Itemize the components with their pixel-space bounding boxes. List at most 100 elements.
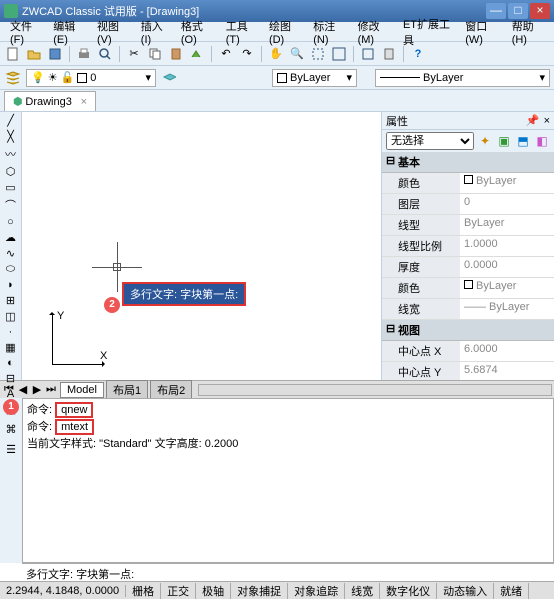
preview-icon[interactable]	[96, 45, 114, 63]
menu-标注[interactable]: 标注(N)	[307, 16, 351, 48]
expand-icon[interactable]: ⊟	[386, 154, 398, 170]
status-就绪[interactable]: 就绪	[494, 583, 529, 599]
quicksel-icon[interactable]: ✦	[477, 133, 493, 149]
rect-icon[interactable]: ▭	[3, 181, 19, 194]
drawing-tab[interactable]: ⬢ Drawing3 ×	[4, 91, 96, 111]
cmd-icon-3[interactable]: ☰	[2, 440, 20, 458]
hscrollbar[interactable]	[198, 384, 552, 396]
point-icon[interactable]: ·	[3, 326, 19, 338]
layout2-tab[interactable]: 布局2	[150, 380, 192, 400]
last-sheet-icon[interactable]: ⏭	[44, 383, 58, 396]
menu-视图[interactable]: 视图(V)	[91, 16, 135, 48]
coordinates[interactable]: 2.2944, 4.1848, 0.0000	[0, 585, 126, 597]
status-对象捕捉[interactable]: 对象捕捉	[231, 583, 288, 599]
new-icon[interactable]	[4, 45, 22, 63]
prop-row[interactable]: 颜色ByLayer	[382, 278, 554, 299]
panel-pin-icon[interactable]: 📌	[526, 114, 540, 127]
status-正交[interactable]: 正交	[161, 583, 196, 599]
prop-value[interactable]: —— ByLayer	[460, 299, 554, 319]
prop-row[interactable]: 厚度0.0000	[382, 257, 554, 278]
print-icon[interactable]	[75, 45, 93, 63]
status-动态输入[interactable]: 动态输入	[437, 583, 494, 599]
prop-value[interactable]: ByLayer	[460, 215, 554, 235]
prop-row[interactable]: 线宽—— ByLayer	[382, 299, 554, 320]
xline-icon[interactable]: ╳	[3, 130, 19, 143]
open-icon[interactable]	[25, 45, 43, 63]
ellarc-icon[interactable]: ◗	[3, 279, 19, 291]
block-icon[interactable]: ◫	[3, 310, 19, 323]
layer-mgr-icon[interactable]	[4, 69, 22, 87]
model-tab[interactable]: Model	[60, 382, 104, 398]
cut-icon[interactable]: ✂	[125, 45, 143, 63]
ellipse-icon[interactable]: ⬭	[3, 263, 19, 276]
save-icon[interactable]	[46, 45, 64, 63]
match-icon[interactable]	[188, 45, 206, 63]
spline-icon[interactable]: ∿	[3, 247, 19, 260]
prop-value[interactable]: 0	[460, 194, 554, 214]
layout1-tab[interactable]: 布局1	[106, 380, 148, 400]
prop-value[interactable]: 5.6874	[460, 362, 554, 380]
pickadd-icon[interactable]: ⬒	[515, 133, 531, 149]
menu-文件[interactable]: 文件(F)	[4, 16, 47, 48]
prop-value[interactable]: 0.0000	[460, 257, 554, 277]
prop-row[interactable]: 颜色ByLayer	[382, 173, 554, 194]
layer-prev-icon[interactable]	[160, 69, 178, 87]
prop-row[interactable]: 中心点 Y5.6874	[382, 362, 554, 380]
property-grid[interactable]: ⊟基本颜色ByLayer图层0线型ByLayer线型比例1.0000厚度0.00…	[382, 152, 554, 380]
command-history[interactable]: 1 命令: qnew 命令: mtext 当前文字样式: "Standard" …	[22, 398, 554, 563]
next-sheet-icon[interactable]: ▶	[30, 383, 44, 396]
prop-value[interactable]: ByLayer	[460, 278, 554, 298]
circle-icon[interactable]: ○	[3, 216, 19, 228]
prop-row[interactable]: 线型ByLayer	[382, 215, 554, 236]
prop-value[interactable]: ByLayer	[460, 173, 554, 193]
selobj-icon[interactable]: ▣	[496, 133, 512, 149]
prev-sheet-icon[interactable]: ◀	[16, 383, 30, 396]
menu-窗口[interactable]: 窗口(W)	[459, 16, 505, 48]
prop-value[interactable]: 6.0000	[460, 341, 554, 361]
revcloud-icon[interactable]: ☁	[3, 231, 19, 244]
help-icon[interactable]: ?	[409, 45, 427, 63]
arc-icon[interactable]: ⌒	[3, 197, 19, 213]
expand-icon[interactable]: ⊟	[386, 322, 398, 338]
menu-插入[interactable]: 插入(I)	[135, 16, 175, 48]
selection-dropdown[interactable]: 无选择	[386, 132, 474, 150]
prop-row[interactable]: 中心点 X6.0000	[382, 341, 554, 362]
undo-icon[interactable]: ↶	[217, 45, 235, 63]
menu-修改[interactable]: 修改(M)	[352, 16, 397, 48]
paste-icon[interactable]	[167, 45, 185, 63]
calc-icon[interactable]	[380, 45, 398, 63]
status-线宽[interactable]: 线宽	[345, 583, 380, 599]
prop-row[interactable]: 图层0	[382, 194, 554, 215]
zoom-icon[interactable]: 🔍	[288, 45, 306, 63]
layer-select[interactable]: 💡 ☀ 🔓 0 ▾	[26, 69, 156, 87]
menu-ET扩展工具[interactable]: ET扩展工具	[397, 14, 459, 50]
panel-close-icon[interactable]: ×	[544, 115, 550, 127]
menu-绘图[interactable]: 绘图(D)	[263, 16, 307, 48]
cmd-icon-2[interactable]: ⌘	[2, 420, 20, 438]
status-数字化仪[interactable]: 数字化仪	[380, 583, 437, 599]
input-tooltip[interactable]: 多行文字: 字块第一点:	[122, 282, 246, 306]
pline-icon[interactable]: 〰	[3, 146, 19, 162]
filter-icon[interactable]: ◧	[534, 133, 550, 149]
insert-icon[interactable]: ⊞	[3, 294, 19, 307]
menu-编辑[interactable]: 编辑(E)	[47, 16, 91, 48]
status-对象追踪[interactable]: 对象追踪	[288, 583, 345, 599]
pan-icon[interactable]: ✋	[267, 45, 285, 63]
polygon-icon[interactable]: ⬡	[3, 165, 19, 178]
color-select[interactable]: ByLayer ▾	[272, 69, 357, 87]
region-icon[interactable]: ◐	[3, 357, 19, 369]
menu-帮助[interactable]: 帮助(H)	[506, 16, 550, 48]
line-icon[interactable]: ╱	[3, 114, 19, 127]
menu-格式[interactable]: 格式(O)	[175, 16, 220, 48]
redo-icon[interactable]: ↷	[238, 45, 256, 63]
status-栅格[interactable]: 栅格	[126, 583, 161, 599]
command-line[interactable]: 多行文字: 字块第一点:	[22, 563, 554, 581]
prop-value[interactable]: 1.0000	[460, 236, 554, 256]
tab-close-icon[interactable]: ×	[81, 96, 87, 108]
prop-row[interactable]: 线型比例1.0000	[382, 236, 554, 257]
first-sheet-icon[interactable]: ⏮	[2, 383, 16, 396]
zoomwin-icon[interactable]	[309, 45, 327, 63]
props-icon[interactable]	[359, 45, 377, 63]
copy-icon[interactable]	[146, 45, 164, 63]
hatch-icon[interactable]: ▦	[3, 341, 19, 354]
